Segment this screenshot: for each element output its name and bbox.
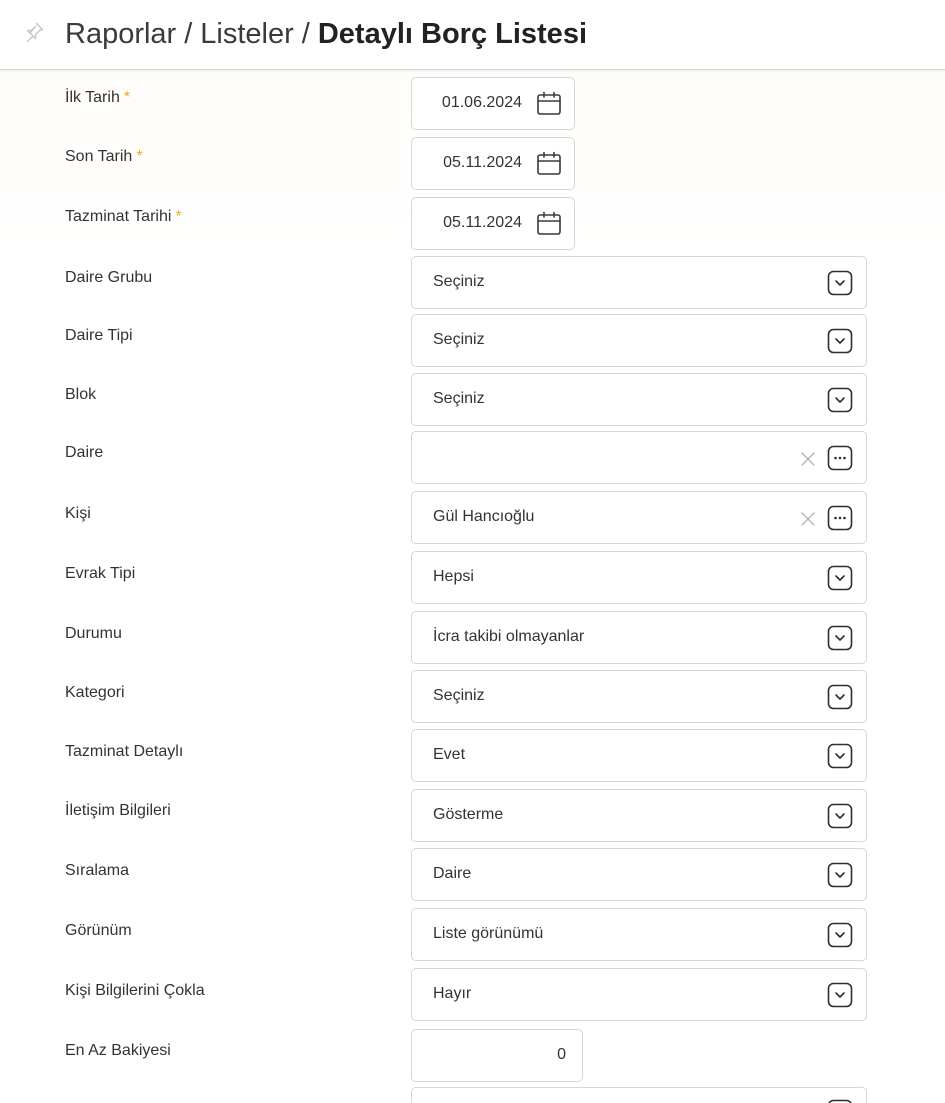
chevron-down-icon[interactable] xyxy=(827,565,853,591)
next-field-select[interactable] xyxy=(411,1087,867,1103)
chevron-down-icon[interactable] xyxy=(827,625,853,651)
chevron-down-icon[interactable] xyxy=(827,743,853,769)
page-header: Raporlar / Listeler / Detaylı Borç Listesi xyxy=(0,0,945,70)
breadcrumb-lists[interactable]: Listeler xyxy=(200,18,294,50)
tazminat-tarihi-input[interactable]: 05.11.2024 xyxy=(411,197,575,250)
calendar-icon[interactable] xyxy=(536,151,562,177)
daire-tipi-label: Daire Tipi xyxy=(65,327,133,344)
daire-tipi-value: Seçiniz xyxy=(433,331,485,348)
chevron-down-icon[interactable] xyxy=(827,387,853,413)
evrak-tipi-select[interactable]: Hepsi xyxy=(411,551,867,604)
siralama-select[interactable]: Daire xyxy=(411,848,867,901)
chevron-down-icon[interactable] xyxy=(827,982,853,1008)
required-mark: * xyxy=(136,148,143,165)
daire-grubu-select[interactable]: Seçiniz xyxy=(411,256,867,309)
kisi-lookup-input[interactable]: Gül Hancıoğlu xyxy=(411,491,867,544)
evrak-tipi-label: Evrak Tipi xyxy=(65,565,136,582)
ilk-tarih-input[interactable]: 01.06.2024 xyxy=(411,77,575,130)
tazminat-detayli-select[interactable]: Evet xyxy=(411,729,867,782)
ilk-tarih-value: 01.06.2024 xyxy=(441,94,522,111)
evrak-tipi-value: Hepsi xyxy=(433,568,474,585)
daire-lookup-input[interactable] xyxy=(411,431,867,484)
chevron-down-icon[interactable] xyxy=(827,803,853,829)
chevron-down-icon[interactable] xyxy=(827,1099,853,1103)
chevron-down-icon[interactable] xyxy=(827,862,853,888)
siralama-label: Sıralama xyxy=(65,862,130,879)
daire-label: Daire xyxy=(65,444,104,461)
en-az-bakiyesi-input[interactable]: 0 xyxy=(411,1029,583,1082)
kategori-select[interactable]: Seçiniz xyxy=(411,670,867,723)
gorunum-select[interactable]: Liste görünümü xyxy=(411,908,867,961)
breadcrumb-separator: / xyxy=(184,18,193,50)
kisi-bilgilerini-cokla-value: Hayır xyxy=(433,985,472,1002)
kisi-bilgilerini-cokla-label: Kişi Bilgilerini Çokla xyxy=(65,982,205,999)
clear-icon[interactable] xyxy=(800,451,816,467)
son-tarih-input[interactable]: 05.11.2024 xyxy=(411,137,575,190)
ellipsis-icon[interactable] xyxy=(827,445,853,471)
required-mark: * xyxy=(175,208,182,225)
kisi-bilgilerini-cokla-select[interactable]: Hayır xyxy=(411,968,867,1021)
ellipsis-icon[interactable] xyxy=(827,505,853,531)
calendar-icon[interactable] xyxy=(536,211,562,237)
iletisim-bilgileri-value: Gösterme xyxy=(433,806,504,823)
clear-icon[interactable] xyxy=(800,511,816,527)
pin-icon[interactable] xyxy=(22,20,46,44)
daire-grubu-value: Seçiniz xyxy=(433,273,485,290)
tazminat-tarihi-label: Tazminat Tarihi * xyxy=(65,208,182,225)
siralama-value: Daire xyxy=(433,865,472,882)
kisi-value: Gül Hancıoğlu xyxy=(433,508,535,525)
blok-value: Seçiniz xyxy=(433,390,485,407)
tazminat-tarihi-value: 05.11.2024 xyxy=(443,214,522,231)
durumu-select[interactable]: İcra takibi olmayanlar xyxy=(411,611,867,664)
blok-select[interactable]: Seçiniz xyxy=(411,373,867,426)
breadcrumb-separator: / xyxy=(301,18,310,50)
page-title: Detaylı Borç Listesi xyxy=(317,18,587,50)
ilk-tarih-label: İlk Tarih * xyxy=(65,89,131,106)
required-mark: * xyxy=(123,89,131,106)
breadcrumb-reports[interactable]: Raporlar xyxy=(65,18,176,50)
son-tarih-value: 05.11.2024 xyxy=(443,154,522,171)
breadcrumb: Raporlar / Listeler / Detaylı Borç Listesi xyxy=(65,14,587,54)
tazminat-detayli-label: Tazminat Detaylı xyxy=(65,743,184,760)
iletisim-bilgileri-label: İletişim Bilgileri xyxy=(65,802,171,819)
tazminat-detayli-value: Evet xyxy=(433,746,466,763)
son-tarih-label: Son Tarih * xyxy=(65,148,143,165)
daire-grubu-label: Daire Grubu xyxy=(65,269,153,286)
en-az-bakiyesi-label: En Az Bakiyesi xyxy=(65,1042,171,1059)
durumu-value: İcra takibi olmayanlar xyxy=(433,628,585,645)
chevron-down-icon[interactable] xyxy=(827,328,853,354)
kategori-label: Kategori xyxy=(65,684,125,701)
chevron-down-icon[interactable] xyxy=(827,684,853,710)
calendar-icon[interactable] xyxy=(536,91,562,117)
kategori-value: Seçiniz xyxy=(433,687,485,704)
chevron-down-icon[interactable] xyxy=(827,270,853,296)
gorunum-value: Liste görünümü xyxy=(433,925,544,942)
durumu-label: Durumu xyxy=(65,625,122,642)
iletisim-bilgileri-select[interactable]: Gösterme xyxy=(411,789,867,842)
daire-tipi-select[interactable]: Seçiniz xyxy=(411,314,867,367)
en-az-bakiyesi-value: 0 xyxy=(557,1046,566,1063)
kisi-label: Kişi xyxy=(65,505,91,522)
blok-label: Blok xyxy=(65,386,97,403)
chevron-down-icon[interactable] xyxy=(827,922,853,948)
gorunum-label: Görünüm xyxy=(65,922,132,939)
